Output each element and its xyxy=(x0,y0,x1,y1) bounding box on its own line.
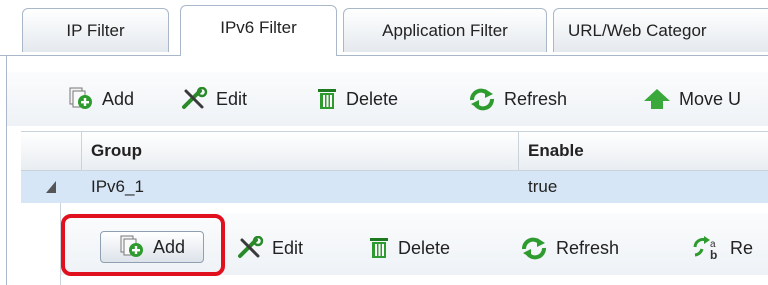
column-header-enable[interactable]: Enable xyxy=(528,132,584,170)
sub-edit-button[interactable]: Edit xyxy=(236,233,303,263)
column-header-group[interactable]: Group xyxy=(91,132,142,170)
refresh-icon xyxy=(522,237,546,260)
collapse-triangle-icon[interactable] xyxy=(45,180,57,199)
edit-label: Edit xyxy=(216,88,248,109)
highlight-box xyxy=(61,214,225,276)
tab-application-filter[interactable]: Application Filter xyxy=(343,8,547,52)
svg-text:b: b xyxy=(710,248,717,261)
trash-icon xyxy=(370,238,388,258)
tab-label: IPv6 Filter xyxy=(220,18,297,37)
sub-delete-label: Delete xyxy=(398,237,451,258)
tab-label: Application Filter xyxy=(382,21,508,40)
move-up-button[interactable]: Move U xyxy=(643,84,741,114)
column-divider xyxy=(81,132,82,170)
column-divider xyxy=(518,132,519,170)
trash-icon xyxy=(318,89,336,109)
sub-refresh-label: Refresh xyxy=(556,237,620,258)
tab-url-web-category[interactable]: URL/Web Categor xyxy=(553,8,768,52)
sub-rename-button[interactable]: a b Re xyxy=(692,233,753,263)
tab-label: URL/Web Categor xyxy=(568,21,707,40)
tab-ipv6-filter[interactable]: IPv6 Filter xyxy=(180,5,337,56)
add-button[interactable]: Add xyxy=(68,84,134,114)
edit-button[interactable]: Edit xyxy=(180,84,247,114)
edit-icon xyxy=(238,236,264,258)
tab-bar: IP Filter IPv6 Filter Application Filter… xyxy=(0,0,768,56)
add-icon xyxy=(69,87,92,109)
refresh-icon xyxy=(470,88,494,111)
arrow-up-icon xyxy=(644,89,670,109)
table-row[interactable]: IPv6_1 true xyxy=(21,171,768,203)
sub-refresh-button[interactable]: Refresh xyxy=(520,233,619,263)
refresh-label: Refresh xyxy=(504,88,568,109)
refresh-button[interactable]: Refresh xyxy=(468,84,567,114)
delete-button[interactable]: Delete xyxy=(316,84,398,114)
sub-edit-label: Edit xyxy=(272,237,304,258)
row-group-cell: IPv6_1 xyxy=(91,177,144,196)
tab-ip-filter[interactable]: IP Filter xyxy=(22,8,169,52)
sub-rename-label: Re xyxy=(730,237,754,258)
grid-header: Group Enable xyxy=(21,131,768,171)
row-enable-cell: true xyxy=(528,177,558,196)
edit-icon xyxy=(182,87,208,109)
add-label: Add xyxy=(102,88,135,109)
move-up-label: Move U xyxy=(679,88,742,109)
sub-delete-button[interactable]: Delete xyxy=(368,233,450,263)
tab-label: IP Filter xyxy=(66,21,125,40)
delete-label: Delete xyxy=(346,88,399,109)
rename-icon: a b xyxy=(693,236,717,261)
